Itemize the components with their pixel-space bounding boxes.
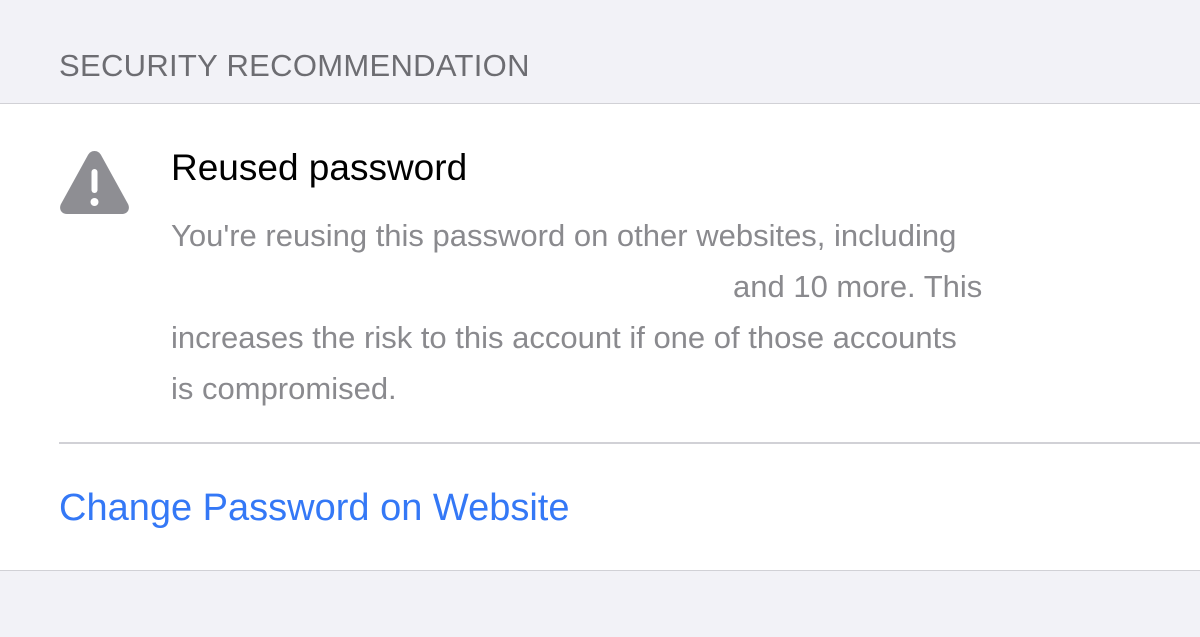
description-line-2-text: and 10 more. This (733, 269, 983, 304)
row-divider (59, 442, 1200, 444)
description-line: You're reusing this password on other we… (171, 218, 957, 253)
section-header: SECURITY RECOMMENDATION (59, 48, 530, 83)
change-password-button[interactable]: Change Password on Website (59, 487, 569, 530)
recommendation-description: You're reusing this password on other we… (171, 210, 1131, 414)
description-line: is compromised. (171, 371, 397, 406)
warning-triangle-icon (60, 151, 129, 214)
description-line: increases the risk to this account if on… (171, 320, 957, 355)
recommendation-title: Reused password (171, 147, 468, 188)
recommendation-card: Reused password You're reusing this pass… (0, 103, 1200, 571)
description-line: and 10 more. This (171, 261, 1131, 312)
